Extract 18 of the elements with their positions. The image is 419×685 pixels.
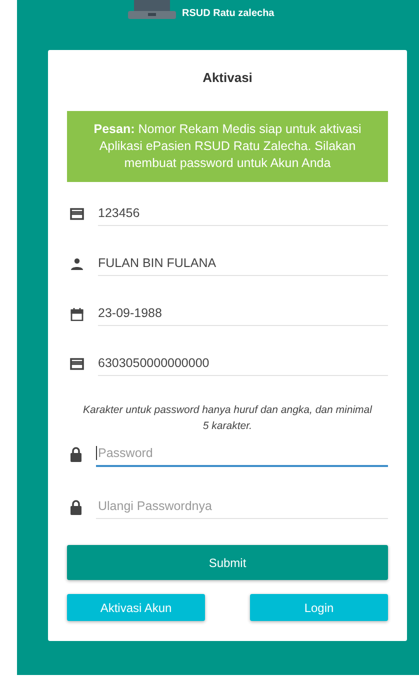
app-subtitle: RSUD Ratu zalecha [182, 8, 274, 20]
laptop-icon [128, 0, 176, 20]
password-field[interactable]: Password [96, 442, 388, 467]
submit-button[interactable]: Submit [67, 545, 388, 580]
lock-icon [70, 500, 82, 514]
lock-icon [70, 447, 82, 462]
input-field[interactable]: FULAN BIN FULANA [98, 252, 388, 276]
text-cursor [96, 446, 97, 460]
card-icon [70, 358, 84, 370]
message-banner: Pesan: Nomor Rekam Medis siap untuk aktivasi Aplikasi ePasien RSUD Ratu Zalecha. Silakan membuat password untuk Akun Anda [67, 111, 388, 182]
input-field[interactable]: 123456 [98, 202, 388, 226]
person-icon [70, 258, 84, 270]
card-icon [70, 208, 84, 220]
password-hint: Karakter untuk password hanya huruf dan angka, dan minimal 5 karakter. [83, 403, 372, 434]
input-field[interactable]: 6303050000000000 [98, 352, 388, 376]
input-field[interactable]: 23-09-1988 [98, 302, 388, 326]
calendar-icon [70, 308, 84, 320]
card-title: Aktivasi [202, 70, 254, 85]
